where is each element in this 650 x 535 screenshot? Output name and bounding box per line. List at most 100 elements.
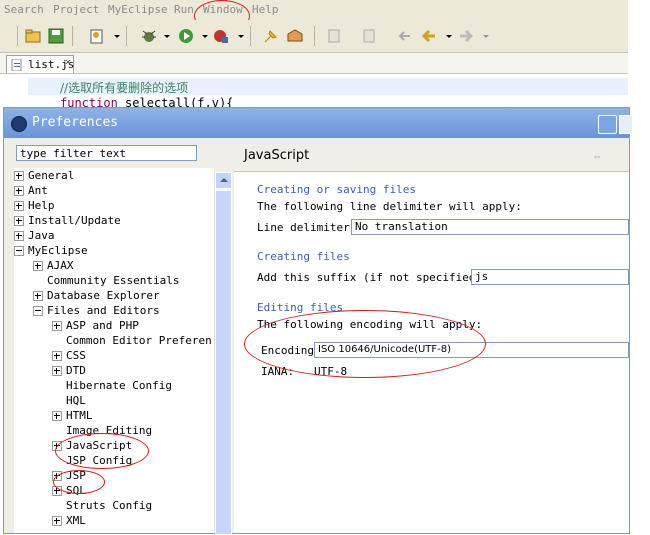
- save-icon[interactable]: [47, 27, 65, 45]
- tree-scrollbar[interactable]: [214, 172, 232, 535]
- expand-icon[interactable]: [52, 366, 62, 376]
- expand-icon[interactable]: [52, 471, 62, 481]
- pin-icon[interactable]: [262, 27, 280, 45]
- menu-window[interactable]: Window: [203, 3, 243, 16]
- tree-item-label: HQL: [66, 394, 86, 407]
- menu-run[interactable]: Run: [174, 3, 194, 16]
- suffix-input[interactable]: js: [471, 269, 629, 285]
- expand-icon[interactable]: [14, 216, 24, 226]
- tree-item-label: ASP and PHP: [66, 319, 139, 332]
- expand-icon[interactable]: [14, 201, 24, 211]
- chevron-down-icon[interactable]: [477, 27, 489, 45]
- expand-icon[interactable]: [33, 261, 43, 271]
- page-title: JavaScript: [244, 148, 310, 163]
- tree-item-label: JSP: [66, 469, 86, 482]
- toolbar-separator: [126, 26, 127, 46]
- tree-item-label: AJAX: [47, 259, 74, 272]
- section-creating: Creating files: [257, 250, 350, 263]
- preferences-tree: General Ant Help Install/Update Java MyEclips…: [14, 168, 214, 533]
- section-editing: Editing files: [257, 301, 344, 314]
- scroll-up-button[interactable]: [215, 172, 232, 189]
- new-wizard-icon[interactable]: [88, 27, 106, 45]
- dialog-titlebar[interactable]: Preferences: [4, 108, 633, 138]
- code-comment-line: //选取所有要删除的选项: [60, 81, 189, 95]
- menu-project[interactable]: Project: [53, 3, 99, 16]
- javascript-settings-panel: Creating or saving files The following l…: [234, 172, 629, 533]
- chevron-down-icon[interactable]: [158, 27, 170, 45]
- toolbar-separator: [72, 26, 73, 46]
- maximize-button[interactable]: [598, 115, 617, 134]
- back-arrow-icon[interactable]: [420, 27, 438, 45]
- expand-icon[interactable]: [14, 171, 24, 181]
- dialog-title: Preferences: [32, 115, 119, 130]
- editor-tab-list-js[interactable]: list.js ×: [6, 55, 74, 73]
- chevron-down-icon[interactable]: [232, 27, 244, 45]
- tree-item-label: MyEclipse: [28, 244, 88, 257]
- preferences-dialog: Preferences type filter text General Ant H…: [3, 107, 633, 535]
- tree-item-label: CSS: [66, 349, 86, 362]
- external-tools-icon[interactable]: [212, 27, 230, 45]
- suffix-label: Add this suffix (if not specified):: [257, 271, 489, 284]
- section-creating-saving: Creating or saving files: [257, 183, 416, 196]
- editor-tab-bar: list.js ×: [0, 53, 628, 74]
- expand-icon[interactable]: [52, 486, 62, 496]
- close-button[interactable]: [619, 115, 633, 134]
- menu-bar: Search Project MyEclipse Run Window Help: [0, 0, 628, 32]
- menu-search[interactable]: Search: [4, 3, 44, 16]
- last-edit-icon[interactable]: [396, 27, 414, 45]
- tree-item-label: JavaScript: [66, 439, 133, 452]
- chevron-down-icon[interactable]: [440, 27, 452, 45]
- chevron-down-icon[interactable]: [196, 27, 208, 45]
- expand-icon[interactable]: [52, 441, 62, 451]
- expand-icon[interactable]: [52, 321, 62, 331]
- delimiter-description: The following line delimiter will apply:: [257, 200, 522, 213]
- eclipse-icon: [11, 116, 27, 132]
- tree-item-label: JSP Config: [66, 454, 133, 467]
- expand-icon[interactable]: [14, 231, 24, 241]
- collapse-icon[interactable]: [14, 246, 24, 256]
- close-icon[interactable]: ×: [65, 57, 71, 68]
- expand-icon[interactable]: [52, 411, 62, 421]
- encoding-label: Encoding: [261, 344, 314, 357]
- tree-item-label: Hibernate Config: [66, 379, 172, 392]
- forward-arrow-icon[interactable]: [457, 27, 475, 45]
- tree-item-label: Struts Config: [66, 499, 153, 512]
- expand-icon[interactable]: [14, 186, 24, 196]
- menu-myeclipse[interactable]: MyEclipse: [108, 3, 168, 16]
- tree-item-label: SQL: [66, 484, 86, 497]
- menu-help[interactable]: Help: [252, 3, 279, 16]
- js-file-icon: [11, 58, 23, 72]
- next-annotation-icon[interactable]: [325, 27, 343, 45]
- open-type-icon[interactable]: [286, 27, 304, 45]
- toolbar-separator: [314, 26, 315, 46]
- filter-input[interactable]: type filter text: [16, 145, 197, 161]
- run-icon[interactable]: [177, 27, 195, 45]
- tree-item-label: Install/Update: [28, 214, 121, 227]
- tree-item-label: XML: [66, 514, 86, 527]
- tree-item-label: Files and Editors: [47, 304, 160, 317]
- encoding-select[interactable]: ISO 10646/Unicode(UTF-8): [314, 342, 629, 358]
- scroll-thumb[interactable]: [215, 190, 232, 535]
- tree-item-label: Help: [28, 199, 55, 212]
- tree-item-label: DTD: [66, 364, 86, 377]
- code-editor[interactable]: //选取所有要删除的选项 function selectall(f,v){: [0, 74, 628, 110]
- iana-label: IANA:: [261, 365, 295, 378]
- open-folder-icon[interactable]: [25, 27, 43, 45]
- expand-icon[interactable]: [52, 351, 62, 361]
- prev-annotation-icon[interactable]: [360, 27, 378, 45]
- expand-icon[interactable]: [52, 516, 62, 526]
- expand-icon[interactable]: [33, 291, 43, 301]
- iana-value: UTF-8: [314, 365, 348, 378]
- tree-item-label: Community Essentials: [47, 274, 180, 287]
- delimiter-label: Line delimiter:: [257, 221, 357, 234]
- back-nav-icon[interactable]: ⇦: [594, 150, 601, 163]
- tree-item-label: General: [28, 169, 75, 182]
- toolbar: [0, 20, 628, 53]
- tree-item-label: Common Editor Preferen: [66, 334, 212, 347]
- debug-icon[interactable]: [140, 27, 158, 45]
- collapse-icon[interactable]: [33, 306, 43, 316]
- tree-item-label: Ant: [28, 184, 48, 197]
- tree-item-label: Image Editing: [66, 424, 153, 437]
- chevron-down-icon[interactable]: [108, 27, 120, 45]
- line-delimiter-select[interactable]: No translation: [351, 219, 629, 235]
